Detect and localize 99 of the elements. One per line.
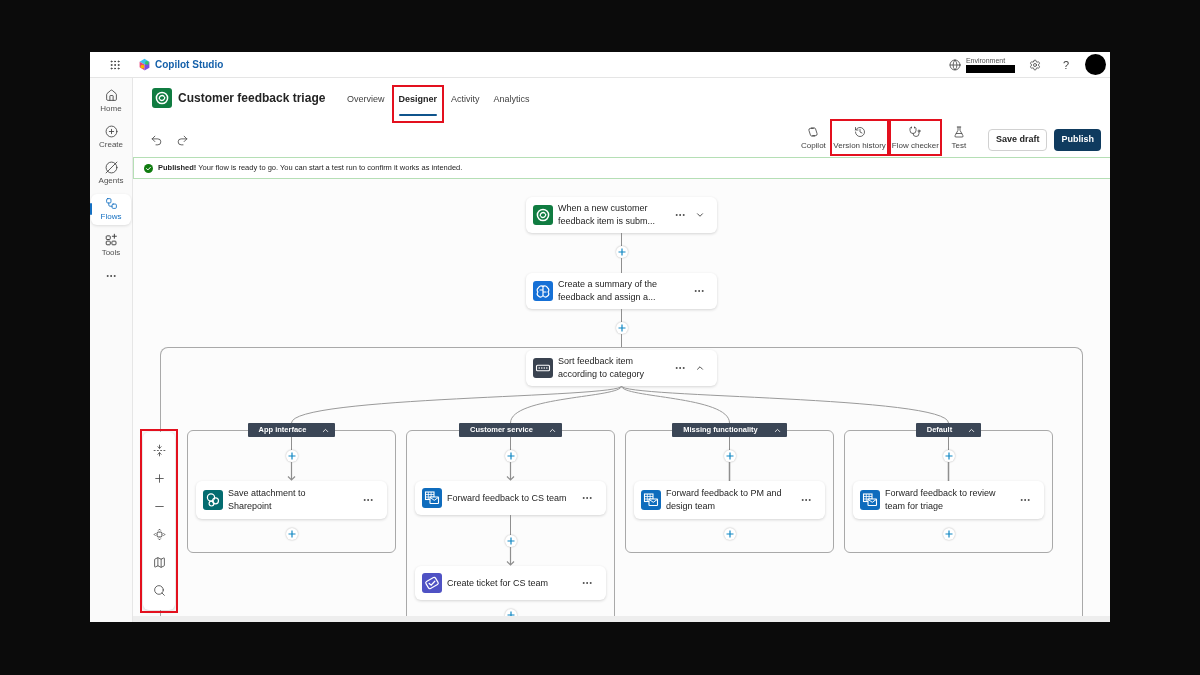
chevron-down-icon[interactable] <box>695 210 705 220</box>
step-title: Forward feedback to PM and design team <box>666 487 783 513</box>
plus-icon <box>287 452 296 460</box>
step-title: When a new customer feedback item is subm... <box>558 202 657 228</box>
app-name: Copilot Studio <box>155 58 224 72</box>
settings-icon[interactable] <box>1028 58 1041 71</box>
add-step-button[interactable] <box>942 528 955 540</box>
slanted-square-icon <box>807 125 820 138</box>
mail-grid-icon <box>422 488 442 508</box>
step-card[interactable]: Sort feedback item according to category <box>526 350 717 386</box>
nav-item[interactable]: Tools <box>91 230 131 261</box>
search-icon[interactable] <box>152 584 166 597</box>
add-step-button[interactable] <box>285 450 298 462</box>
dotted-bar-icon <box>533 358 553 378</box>
step-title: Forward feedback to review team for triage <box>885 487 997 513</box>
chevron-up-icon[interactable] <box>695 363 705 373</box>
brain-icon <box>533 281 553 301</box>
plus-icon <box>617 248 626 256</box>
add-circle-icon <box>104 125 118 138</box>
connector-line <box>290 437 293 450</box>
step-card[interactable]: When a new customer feedback item is subm... <box>526 197 717 233</box>
plus-icon <box>944 452 953 460</box>
mail-grid-icon <box>860 490 880 510</box>
add-step-button[interactable] <box>285 528 298 540</box>
connector-line <box>620 233 623 246</box>
step-title: Save attachment to Sharepoint <box>228 487 307 513</box>
nav-item[interactable]: Flows <box>91 194 131 225</box>
globe-icon <box>948 58 961 71</box>
publish-button[interactable]: Publish <box>1054 129 1101 151</box>
step-title: Create a summary of the feedback and assign a... <box>558 278 659 304</box>
ticket-check-icon <box>422 573 442 593</box>
step-title: Create ticket for CS team <box>447 576 550 590</box>
toolbar-tool[interactable]: Version history <box>830 118 889 156</box>
help-button[interactable]: ? <box>1062 58 1069 71</box>
add-step-button[interactable] <box>504 450 517 462</box>
add-step-button[interactable] <box>942 450 955 462</box>
undo-icon[interactable] <box>150 133 163 147</box>
blocks-plus-icon <box>104 233 118 246</box>
step-title: Forward feedback to CS team <box>447 491 568 505</box>
redo-icon[interactable] <box>176 133 189 147</box>
step-card[interactable]: Forward feedback to CS team <box>415 481 606 515</box>
add-step-button[interactable] <box>615 246 628 258</box>
mail-grid-icon <box>641 490 661 510</box>
connector-line <box>947 437 950 450</box>
step-card[interactable]: Create ticket for CS team <box>415 566 606 600</box>
logo-icon <box>138 58 151 71</box>
toolbar-tool[interactable]: Test <box>941 118 976 156</box>
selection-indicator <box>90 203 92 215</box>
nav-item[interactable]: Home <box>91 86 131 117</box>
circle-slash-icon <box>104 161 118 174</box>
linked-nodes-icon <box>104 197 118 210</box>
step-card[interactable]: Forward feedback to PM and design team <box>634 481 825 519</box>
rings-icon <box>533 205 553 225</box>
connector-line <box>620 334 623 347</box>
add-step-button[interactable] <box>723 450 736 462</box>
plus-icon <box>506 611 515 616</box>
step-card[interactable]: Save attachment to Sharepoint <box>196 481 387 519</box>
map-icon[interactable] <box>152 556 166 569</box>
plus-icon <box>287 530 296 538</box>
tab[interactable]: Designer <box>391 85 445 123</box>
nav-item[interactable]: Agents <box>91 158 131 189</box>
nav-item[interactable]: Create <box>91 122 131 153</box>
step-card[interactable]: Create a summary of the feedback and assign a... <box>526 273 717 309</box>
plus-icon <box>725 530 734 538</box>
add-step-button[interactable] <box>723 528 736 540</box>
connector-line <box>620 258 623 273</box>
rings-icon <box>152 88 172 108</box>
connector-line <box>620 309 623 322</box>
flask-icon <box>952 125 965 138</box>
circles-icon <box>203 490 223 510</box>
tab[interactable]: Activity <box>444 85 487 123</box>
app-launcher-icon[interactable] <box>109 58 121 71</box>
home-icon <box>104 89 118 102</box>
connector-line <box>509 437 512 450</box>
fit-view-icon[interactable] <box>152 444 166 457</box>
plus-icon <box>617 324 626 332</box>
toolbar-tool[interactable]: Flow checker <box>888 118 942 156</box>
toolbar-tool[interactable]: Copilot <box>796 118 831 156</box>
add-step-button[interactable] <box>615 322 628 334</box>
connector-line <box>728 437 731 450</box>
plus-icon <box>506 537 515 545</box>
redacted-bar <box>965 64 1015 73</box>
flow-title: Customer feedback triage <box>178 90 326 107</box>
step-title: Sort feedback item according to category <box>558 355 646 381</box>
save-button[interactable]: Save draft <box>987 129 1048 151</box>
tab[interactable]: Overview <box>340 85 392 123</box>
history-icon <box>853 125 866 138</box>
add-step-button[interactable] <box>504 535 517 547</box>
tab-underline <box>398 114 438 116</box>
plus-icon <box>944 530 953 538</box>
recenter-icon[interactable] <box>152 528 166 541</box>
plus-icon <box>725 452 734 460</box>
zoom-in-icon[interactable] <box>152 472 166 485</box>
check-circle-icon <box>144 163 153 173</box>
stethoscope-icon <box>909 125 922 138</box>
plus-icon <box>506 452 515 460</box>
step-card[interactable]: Forward feedback to review team for triage <box>853 481 1044 519</box>
connector-line <box>509 515 512 535</box>
tab[interactable]: Analytics <box>486 85 537 123</box>
